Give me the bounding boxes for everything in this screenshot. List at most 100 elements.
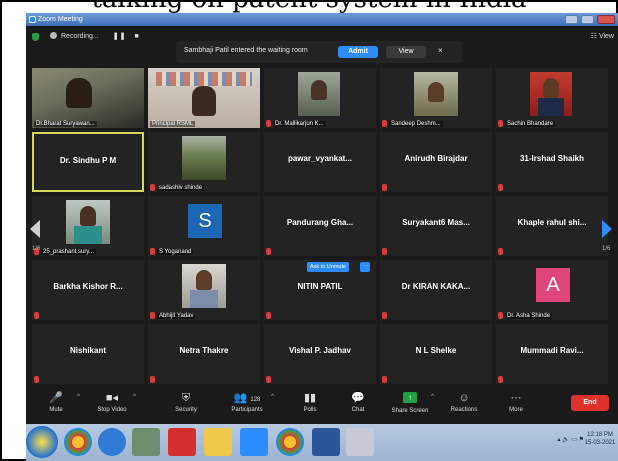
participant-tile[interactable]: Dr KIRAN KAKA... bbox=[380, 260, 492, 320]
participant-name: sadashiv shinde bbox=[157, 185, 205, 191]
muted-mic-icon bbox=[150, 248, 155, 255]
start-button-icon[interactable] bbox=[26, 426, 58, 458]
participant-tile[interactable]: Sachin Bhandare bbox=[496, 68, 608, 128]
participant-tile[interactable]: Suryakant6 Mas... bbox=[380, 196, 492, 256]
chevron-up-icon[interactable]: ^ bbox=[133, 394, 136, 400]
reactions-icon: ☺ bbox=[458, 392, 470, 404]
admit-button[interactable]: Admit bbox=[338, 46, 378, 58]
microphone-icon: 🎤 bbox=[49, 392, 63, 404]
minimize-button[interactable] bbox=[565, 15, 578, 24]
participant-name: 31-Irshad Shaikh bbox=[519, 154, 585, 163]
participant-tile[interactable]: 31-Irshad Shaikh bbox=[496, 132, 608, 192]
participant-tile[interactable]: Sandeep Deshm... bbox=[380, 68, 492, 128]
dismiss-notification-button[interactable]: × bbox=[438, 46, 443, 55]
muted-mic-icon bbox=[34, 376, 39, 383]
profile-picture bbox=[182, 136, 226, 180]
participant-tile[interactable]: Dr. Mallikarjun K... bbox=[264, 68, 376, 128]
participant-tile[interactable]: Pandurang Gha... bbox=[264, 196, 376, 256]
participant-tile[interactable]: Netra Thakre bbox=[148, 324, 260, 384]
participant-tile[interactable]: Dr.Bharat Suryawan... bbox=[32, 68, 144, 128]
meeting-area: Recording... ❚❚ ■ ☷ View Dr.Bharat Suryawa… bbox=[26, 26, 618, 424]
chrome-icon[interactable] bbox=[276, 428, 304, 456]
participant-tile[interactable]: Abhijit Yadav bbox=[148, 260, 260, 320]
participants-button[interactable]: 👥 128 ^ Participants bbox=[216, 388, 278, 422]
participant-name: Abhijit Yadav bbox=[157, 313, 196, 319]
participant-tile[interactable]: Barkha Kishor R... bbox=[32, 260, 144, 320]
chevron-up-icon[interactable]: ^ bbox=[431, 394, 434, 400]
participant-face bbox=[543, 78, 559, 98]
participant-name: Sandeep Deshm... bbox=[389, 121, 443, 127]
system-clock[interactable]: 12:18 PM 15-03-2021 bbox=[584, 431, 616, 447]
security-button[interactable]: ⛨ Security bbox=[158, 388, 214, 422]
muted-mic-icon bbox=[382, 184, 387, 191]
participant-tile[interactable]: A Dr. Asha Shinde bbox=[496, 260, 608, 320]
chevron-up-icon[interactable]: ^ bbox=[77, 394, 80, 400]
page-indicator-left: 1/6 bbox=[32, 246, 41, 252]
participants-icon: 👥 128 bbox=[233, 392, 261, 404]
reactions-button[interactable]: ☺ Reactions bbox=[436, 388, 492, 422]
pause-recording-button[interactable]: ❚❚ bbox=[113, 33, 127, 40]
chat-icon: 💬 bbox=[351, 392, 365, 404]
clock-time: 12:18 PM bbox=[587, 432, 613, 438]
participant-name: Khaple rahul shi... bbox=[517, 218, 587, 227]
share-screen-button[interactable]: ↑ ^ Share Screen bbox=[382, 388, 438, 422]
participants-label: Participants bbox=[231, 407, 263, 413]
view-button[interactable]: ☷ View bbox=[591, 32, 614, 40]
participant-name: Dr. Sindhu P M bbox=[59, 156, 117, 165]
participant-tile[interactable]: S S Yoganand bbox=[148, 196, 260, 256]
more-label: More bbox=[509, 407, 523, 413]
waiting-room-notification: Sambhaji Patil entered the waiting room … bbox=[176, 41, 462, 63]
window-titlebar: Zoom Meeting bbox=[26, 13, 618, 26]
security-label: Security bbox=[175, 407, 197, 413]
pdf-reader-icon[interactable] bbox=[168, 428, 196, 456]
close-window-button[interactable] bbox=[597, 15, 615, 24]
more-options-button[interactable]: ··· bbox=[360, 262, 370, 272]
participant-tile[interactable]: Anirudh Birajdar bbox=[380, 132, 492, 192]
muted-mic-icon bbox=[266, 248, 271, 255]
app-icon[interactable] bbox=[132, 428, 160, 456]
muted-mic-icon bbox=[498, 376, 503, 383]
participant-tile[interactable]: Principal RSML bbox=[148, 68, 260, 128]
participant-tile[interactable]: Nishikant bbox=[32, 324, 144, 384]
participant-tile-active-speaker[interactable]: Dr. Sindhu P M bbox=[32, 132, 144, 192]
participant-tile[interactable]: N L Shelke bbox=[380, 324, 492, 384]
participant-tile[interactable]: sadashiv shinde bbox=[148, 132, 260, 192]
file-explorer-icon[interactable] bbox=[204, 428, 232, 456]
next-page-arrow-icon[interactable] bbox=[602, 220, 612, 238]
participant-tile[interactable]: Khaple rahul shi... bbox=[496, 196, 608, 256]
end-meeting-button[interactable]: End bbox=[571, 395, 609, 411]
video-camera-icon: ■◂ bbox=[105, 392, 119, 404]
chat-button[interactable]: 💬 Chat bbox=[330, 388, 386, 422]
ask-to-unmute-button[interactable]: Ask to Unmute bbox=[307, 262, 350, 272]
participant-suit bbox=[538, 98, 564, 116]
more-button[interactable]: ··· More bbox=[488, 388, 544, 422]
participant-name: Suryakant6 Mas... bbox=[402, 218, 470, 227]
maximize-button[interactable] bbox=[581, 15, 594, 24]
stop-video-button[interactable]: ■◂ ^ Stop Video bbox=[84, 388, 140, 422]
shield-icon: ⛨ bbox=[181, 392, 191, 404]
participant-tile-hovered[interactable]: Ask to Unmute ··· NITIN PATIL bbox=[264, 260, 376, 320]
notification-message: Sambhaji Patil entered the waiting room bbox=[184, 47, 308, 54]
caption-text: talking on patent system in India bbox=[0, 0, 618, 12]
chrome-icon[interactable] bbox=[64, 428, 92, 456]
participant-name: 25_prashant sury... bbox=[41, 249, 96, 255]
participant-face bbox=[311, 80, 327, 100]
word-icon[interactable] bbox=[312, 428, 340, 456]
zoom-taskbar-icon[interactable] bbox=[240, 428, 268, 456]
participant-tile[interactable]: Mummadi Ravi... bbox=[496, 324, 608, 384]
participant-tile[interactable]: 25_prashant sury... bbox=[32, 196, 144, 256]
view-waiting-room-button[interactable]: View bbox=[386, 46, 426, 58]
previous-page-arrow-icon[interactable] bbox=[30, 220, 40, 238]
participant-name: NITIN PATIL bbox=[297, 282, 343, 291]
participant-name: Principal RSML bbox=[150, 121, 196, 127]
mute-button[interactable]: 🎤 ^ Mute bbox=[28, 388, 84, 422]
system-tray[interactable]: ▴ 🔊 ▭ ⚑ bbox=[557, 436, 584, 443]
participant-name: Vishal P. Jadhav bbox=[289, 346, 351, 355]
stop-recording-button[interactable]: ■ bbox=[134, 33, 139, 40]
participant-tile[interactable]: Vishal P. Jadhav bbox=[264, 324, 376, 384]
participant-tile[interactable]: pawar_vyankat... bbox=[264, 132, 376, 192]
paint-icon[interactable] bbox=[346, 428, 374, 456]
internet-explorer-icon[interactable] bbox=[98, 428, 126, 456]
chat-label: Chat bbox=[351, 407, 365, 413]
chevron-up-icon[interactable]: ^ bbox=[271, 394, 274, 400]
